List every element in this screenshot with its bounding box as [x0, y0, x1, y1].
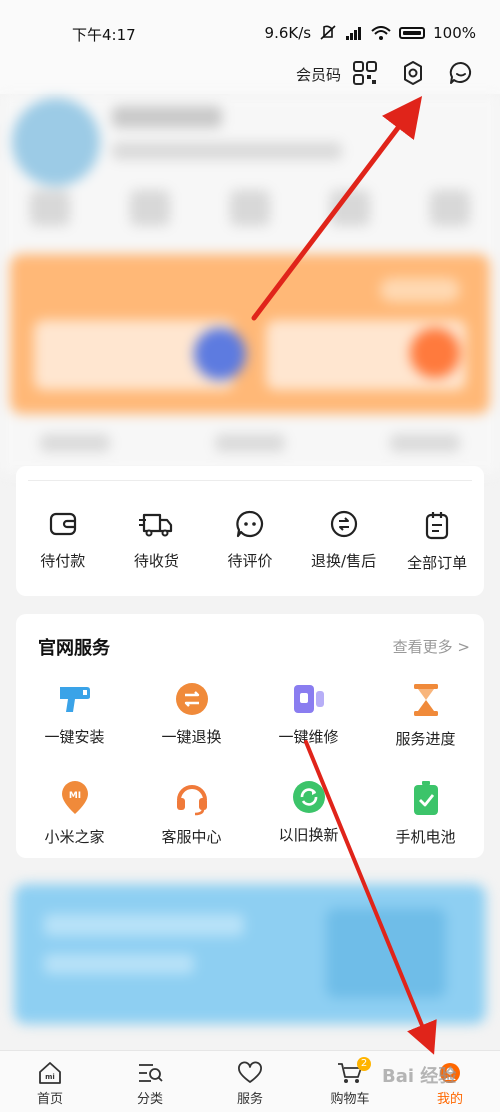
divider [28, 480, 472, 481]
view-more-link[interactable]: 查看更多 > [393, 636, 470, 657]
order-label: 待收货 [133, 552, 179, 570]
mute-icon [320, 25, 336, 40]
mi-home-icon: MI [61, 781, 88, 814]
refund-icon [330, 510, 357, 538]
service-label: 服务进度 [395, 730, 456, 748]
blurred-strip [40, 434, 460, 464]
order-pending-review[interactable]: 待评价 [203, 510, 297, 573]
status-time: 下午4:17 [72, 26, 136, 44]
order-shortcuts: 待付款 待收货 待评价 退换/售后 全部订单 [16, 510, 484, 573]
service-label: 一键安装 [44, 728, 105, 746]
service-phone-battery[interactable]: 手机电池 [367, 780, 484, 878]
watermark: Bai 经验 [382, 1066, 457, 1087]
service-label: 客服中心 [161, 828, 222, 846]
message-icon[interactable] [448, 60, 474, 86]
wallet-icon [49, 512, 76, 536]
order-all[interactable]: 全部订单 [390, 510, 484, 573]
category-icon [139, 1064, 163, 1082]
services-title: 官网服务 [38, 638, 110, 659]
battery-icon [399, 27, 426, 39]
battery-icon [413, 781, 438, 815]
clipboard-icon [426, 512, 449, 540]
home-icon: mi [39, 1062, 61, 1084]
svg-text:mi: mi [45, 1073, 55, 1081]
repair-icon [293, 685, 324, 713]
recycle-icon [292, 781, 325, 813]
wifi-icon [371, 26, 391, 40]
nav-service[interactable]: 服务 [200, 1051, 300, 1112]
service-progress[interactable]: 服务进度 [367, 682, 484, 780]
exchange-icon [175, 683, 208, 715]
order-refund-aftersale[interactable]: 退换/售后 [297, 510, 391, 573]
settings-gear-icon[interactable] [400, 60, 426, 86]
nav-label: 首页 [36, 1092, 63, 1107]
order-label: 待付款 [40, 552, 86, 570]
blurred-vip-card [10, 254, 490, 414]
service-label: 小米之家 [44, 828, 105, 846]
blurred-username [112, 106, 222, 128]
service-exchange[interactable]: 一键退换 [133, 682, 250, 780]
hourglass-icon [413, 684, 438, 716]
service-customer-center[interactable]: 客服中心 [133, 780, 250, 878]
service-label: 以旧换新 [278, 826, 339, 844]
qr-code-icon[interactable] [352, 60, 378, 86]
service-repair[interactable]: 一键维修 [250, 682, 367, 780]
battery-percent: 100% [433, 24, 476, 42]
service-label: 一键维修 [278, 728, 339, 746]
cart-badge: 2 [357, 1057, 371, 1071]
drill-icon [59, 687, 90, 712]
blurred-banner [14, 884, 486, 1024]
member-code-link[interactable]: 会员码 [296, 64, 341, 85]
avatar [12, 98, 100, 186]
status-right: 9.6K/s 100% [265, 24, 476, 42]
nav-label: 购物车 [330, 1092, 370, 1107]
service-label: 一键退换 [161, 728, 222, 746]
promo-banner[interactable] [0, 870, 500, 1050]
truck-icon [139, 513, 173, 537]
signal-icon [346, 27, 362, 40]
service-install[interactable]: 一键安装 [16, 682, 133, 780]
heart-icon [238, 1061, 262, 1083]
blurred-profile-section [0, 94, 500, 474]
nav-label: 分类 [136, 1092, 163, 1107]
top-bar: 会员码 [0, 58, 500, 94]
nav-label: 我的 [436, 1092, 463, 1107]
nav-home[interactable]: mi 首页 [0, 1051, 100, 1112]
services-grid: 一键安装 一键退换 一键维修 服务进度 MI 小米之家 客服中心 以旧换新 手机… [16, 682, 484, 878]
svg-text:MI: MI [68, 791, 80, 801]
order-pending-receipt[interactable]: 待收货 [110, 510, 204, 573]
status-bar: 下午4:17 9.6K/s 100% [0, 0, 500, 60]
order-label: 待评价 [227, 552, 273, 570]
blurred-subtitle [112, 142, 342, 160]
order-label: 全部订单 [407, 554, 468, 572]
order-pending-payment[interactable]: 待付款 [16, 510, 110, 573]
comment-icon [236, 510, 263, 538]
blurred-stats [30, 190, 470, 230]
service-mi-home[interactable]: MI 小米之家 [16, 780, 133, 878]
official-services-card: 官网服务 查看更多 > 一键安装 一键退换 一键维修 服务进度 MI 小米之家 … [16, 614, 484, 858]
service-label: 手机电池 [395, 828, 456, 846]
nav-label: 服务 [236, 1092, 263, 1107]
order-label: 退换/售后 [311, 552, 377, 570]
headset-icon [176, 785, 207, 816]
nav-category[interactable]: 分类 [100, 1051, 200, 1112]
orders-card: 待付款 待收货 待评价 退换/售后 全部订单 [16, 466, 484, 596]
network-speed: 9.6K/s [264, 24, 312, 42]
service-trade-in[interactable]: 以旧换新 [250, 780, 367, 878]
